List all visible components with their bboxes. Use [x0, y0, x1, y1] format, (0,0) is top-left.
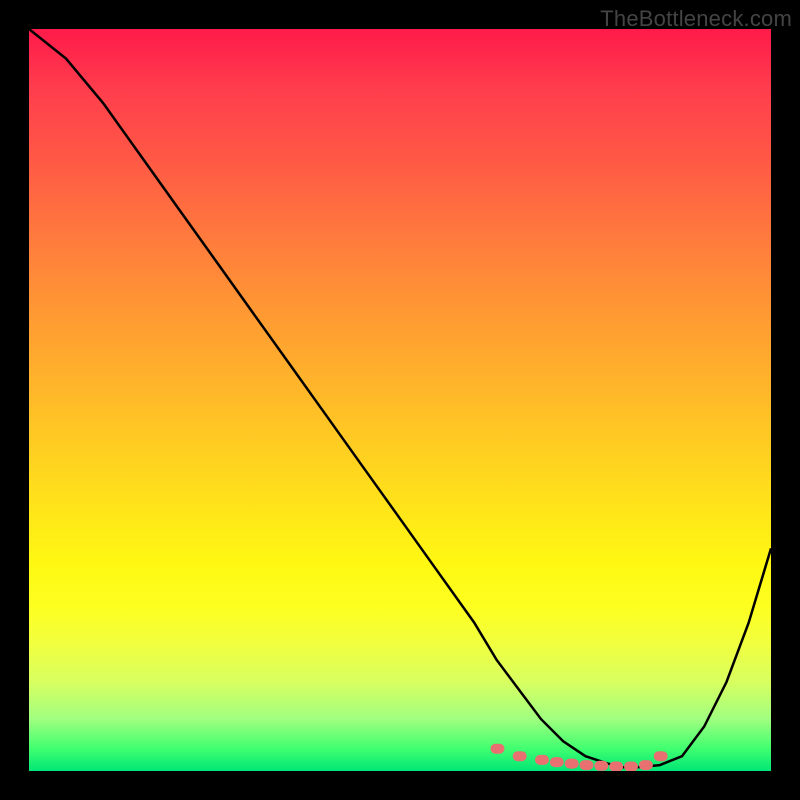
highlight-dots-group — [491, 744, 668, 771]
highlight-dot — [565, 759, 579, 769]
highlight-dot — [535, 755, 549, 765]
highlight-dot — [491, 744, 505, 754]
highlight-dot — [513, 751, 527, 761]
highlight-dot — [550, 757, 564, 767]
chart-svg — [29, 29, 771, 771]
highlight-dot — [654, 751, 668, 761]
highlight-dot — [639, 760, 653, 770]
highlight-dot — [624, 762, 638, 772]
watermark-text: TheBottleneck.com — [600, 6, 792, 32]
highlight-dot — [580, 760, 594, 770]
bottleneck-curve-line — [29, 29, 771, 767]
highlight-dot — [594, 761, 608, 771]
highlight-dot — [609, 762, 623, 772]
